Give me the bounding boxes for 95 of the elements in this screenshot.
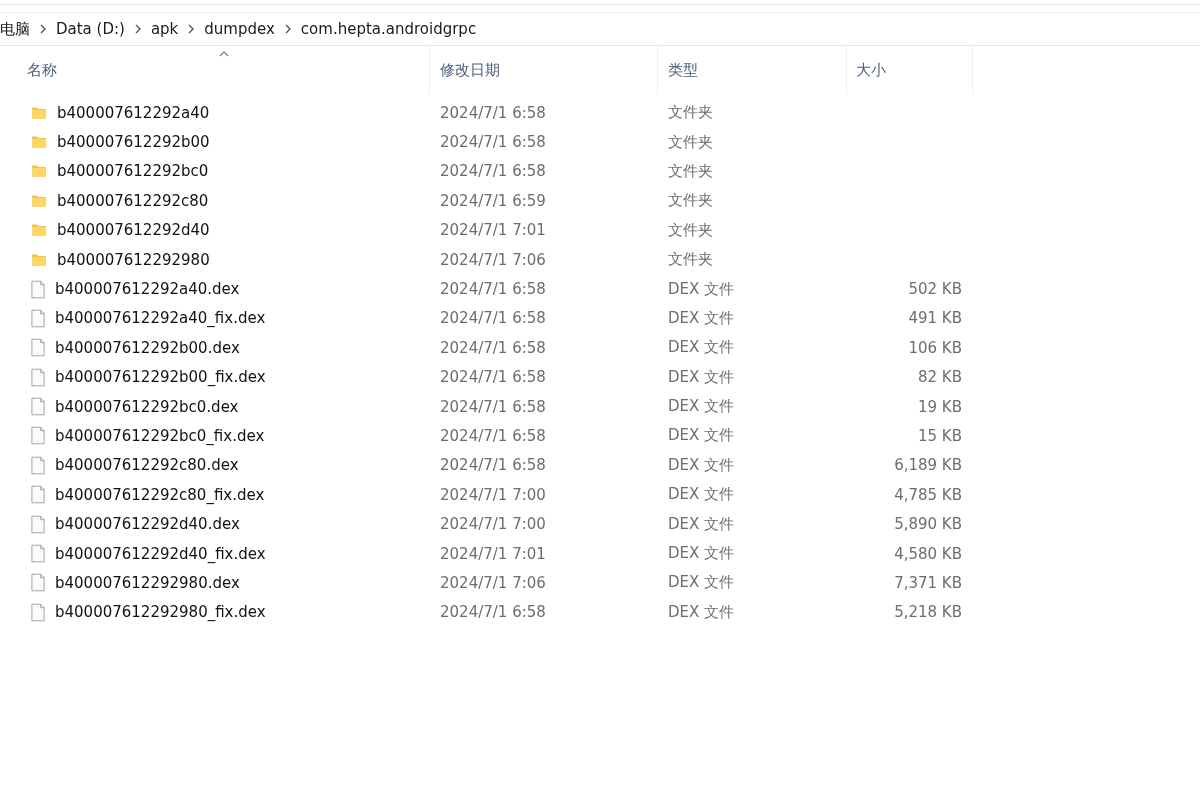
modified-date: 2024/7/1 6:58 — [440, 133, 546, 152]
file-name[interactable]: b400007612292bc0.dex — [55, 397, 239, 416]
file-icon — [31, 338, 45, 358]
modified-date: 2024/7/1 6:58 — [440, 603, 546, 622]
file-type: DEX 文件 — [668, 338, 735, 358]
file-type: DEX 文件 — [668, 485, 735, 505]
file-type: 文件夹 — [668, 220, 713, 240]
file-icon — [31, 308, 45, 328]
file-size: 4,785 KB — [894, 485, 962, 504]
file-name[interactable]: b400007612292980.dex — [55, 573, 240, 592]
modified-date: 2024/7/1 7:06 — [440, 250, 546, 269]
file-icon — [31, 602, 45, 622]
breadcrumb-item[interactable]: 电脑 — [0, 19, 30, 39]
file-name[interactable]: b400007612292b00_fix.dex — [55, 368, 266, 387]
file-name[interactable]: b400007612292d40_fix.dex — [55, 544, 266, 563]
modified-date: 2024/7/1 6:58 — [440, 397, 546, 416]
file-icon — [31, 426, 45, 446]
column-header[interactable]: 大小 — [847, 46, 973, 94]
modified-date: 2024/7/1 7:01 — [440, 221, 546, 240]
modified-date: 2024/7/1 6:58 — [440, 456, 546, 475]
breadcrumb-item[interactable]: Data (D:) — [56, 20, 125, 38]
file-name[interactable]: b400007612292980_fix.dex — [55, 603, 266, 622]
file-size: 5,890 KB — [894, 515, 962, 534]
file-type: DEX 文件 — [668, 573, 735, 593]
file-size: 7,371 KB — [894, 573, 962, 592]
file-icon — [31, 573, 45, 593]
modified-date: 2024/7/1 6:58 — [440, 309, 546, 328]
modified-date: 2024/7/1 7:00 — [440, 515, 546, 534]
file-size: 502 KB — [908, 280, 962, 299]
breadcrumb-item[interactable]: apk — [150, 20, 179, 38]
file-name[interactable]: b400007612292a40.dex — [55, 280, 240, 299]
chevron-icon — [187, 23, 196, 35]
file-type: DEX 文件 — [668, 544, 735, 564]
file-name[interactable]: b400007612292d40.dex — [55, 515, 240, 534]
modified-date: 2024/7/1 7:01 — [440, 544, 546, 563]
file-name[interactable]: b400007612292a40 — [57, 103, 210, 122]
file-name[interactable]: b400007612292bc0_fix.dex — [55, 427, 265, 445]
file-size: 491 KB — [908, 309, 962, 328]
file-type: 文件夹 — [668, 191, 713, 211]
file-icon — [31, 544, 45, 564]
file-size: 15 KB — [918, 427, 962, 445]
folder-icon — [31, 163, 47, 180]
file-size: 19 KB — [918, 397, 962, 416]
file-name[interactable]: b400007612292b00.dex — [55, 338, 240, 357]
file-icon — [31, 397, 45, 417]
chevron-icon — [39, 23, 47, 35]
file-name[interactable]: b400007612292c80 — [57, 191, 209, 210]
breadcrumb-item[interactable]: dumpdex — [204, 20, 275, 38]
chevron-icon — [133, 23, 142, 35]
file-size: 6,189 KB — [894, 456, 962, 475]
file-size: 106 KB — [908, 338, 962, 357]
folder-icon — [31, 134, 47, 151]
file-type: DEX 文件 — [668, 279, 735, 299]
file-size: 4,580 KB — [894, 544, 962, 563]
chevron-icon — [283, 23, 292, 35]
file-icon — [31, 485, 45, 505]
file-size: 5,218 KB — [894, 603, 962, 622]
file-type: DEX 文件 — [668, 602, 735, 622]
modified-date: 2024/7/1 6:58 — [440, 338, 546, 357]
column-header[interactable]: 名称 — [0, 46, 430, 94]
file-type: DEX 文件 — [668, 426, 735, 446]
breadcrumb-item[interactable]: com.hepta.androidgrpc — [300, 20, 477, 38]
file-name[interactable]: b400007612292b00 — [57, 133, 210, 152]
modified-date: 2024/7/1 6:58 — [440, 368, 546, 387]
folder-icon — [31, 222, 47, 239]
file-name[interactable]: b400007612292980 — [57, 250, 210, 269]
file-type: DEX 文件 — [668, 397, 735, 417]
modified-date: 2024/7/1 7:00 — [440, 485, 546, 504]
modified-date: 2024/7/1 6:58 — [440, 280, 546, 299]
file-type: 文件夹 — [668, 161, 713, 181]
file-icon — [31, 514, 45, 534]
file-type: DEX 文件 — [668, 514, 735, 534]
file-name[interactable]: b400007612292c80.dex — [55, 456, 239, 475]
file-name[interactable]: b400007612292d40 — [57, 221, 210, 240]
file-type: 文件夹 — [668, 132, 713, 152]
file-type: DEX 文件 — [668, 455, 735, 475]
file-type: DEX 文件 — [668, 367, 735, 387]
file-name[interactable]: b400007612292a40_fix.dex — [55, 309, 266, 328]
file-icon — [31, 279, 45, 299]
file-type: 文件夹 — [668, 250, 713, 270]
file-icon — [31, 455, 45, 475]
file-name[interactable]: b400007612292c80_fix.dex — [55, 485, 265, 504]
file-name[interactable]: b400007612292bc0 — [57, 162, 209, 181]
column-header[interactable]: 类型 — [658, 46, 847, 94]
sort-caret-icon — [219, 51, 229, 57]
modified-date: 2024/7/1 7:06 — [440, 573, 546, 592]
modified-date: 2024/7/1 6:58 — [440, 162, 546, 181]
file-icon — [31, 367, 45, 387]
column-header[interactable]: 修改日期 — [430, 46, 658, 94]
modified-date: 2024/7/1 6:58 — [440, 103, 546, 122]
modified-date: 2024/7/1 6:59 — [440, 191, 546, 210]
modified-date: 2024/7/1 6:58 — [440, 427, 546, 445]
file-type: 文件夹 — [668, 103, 713, 123]
file-type: DEX 文件 — [668, 308, 735, 328]
file-size: 82 KB — [918, 368, 962, 387]
